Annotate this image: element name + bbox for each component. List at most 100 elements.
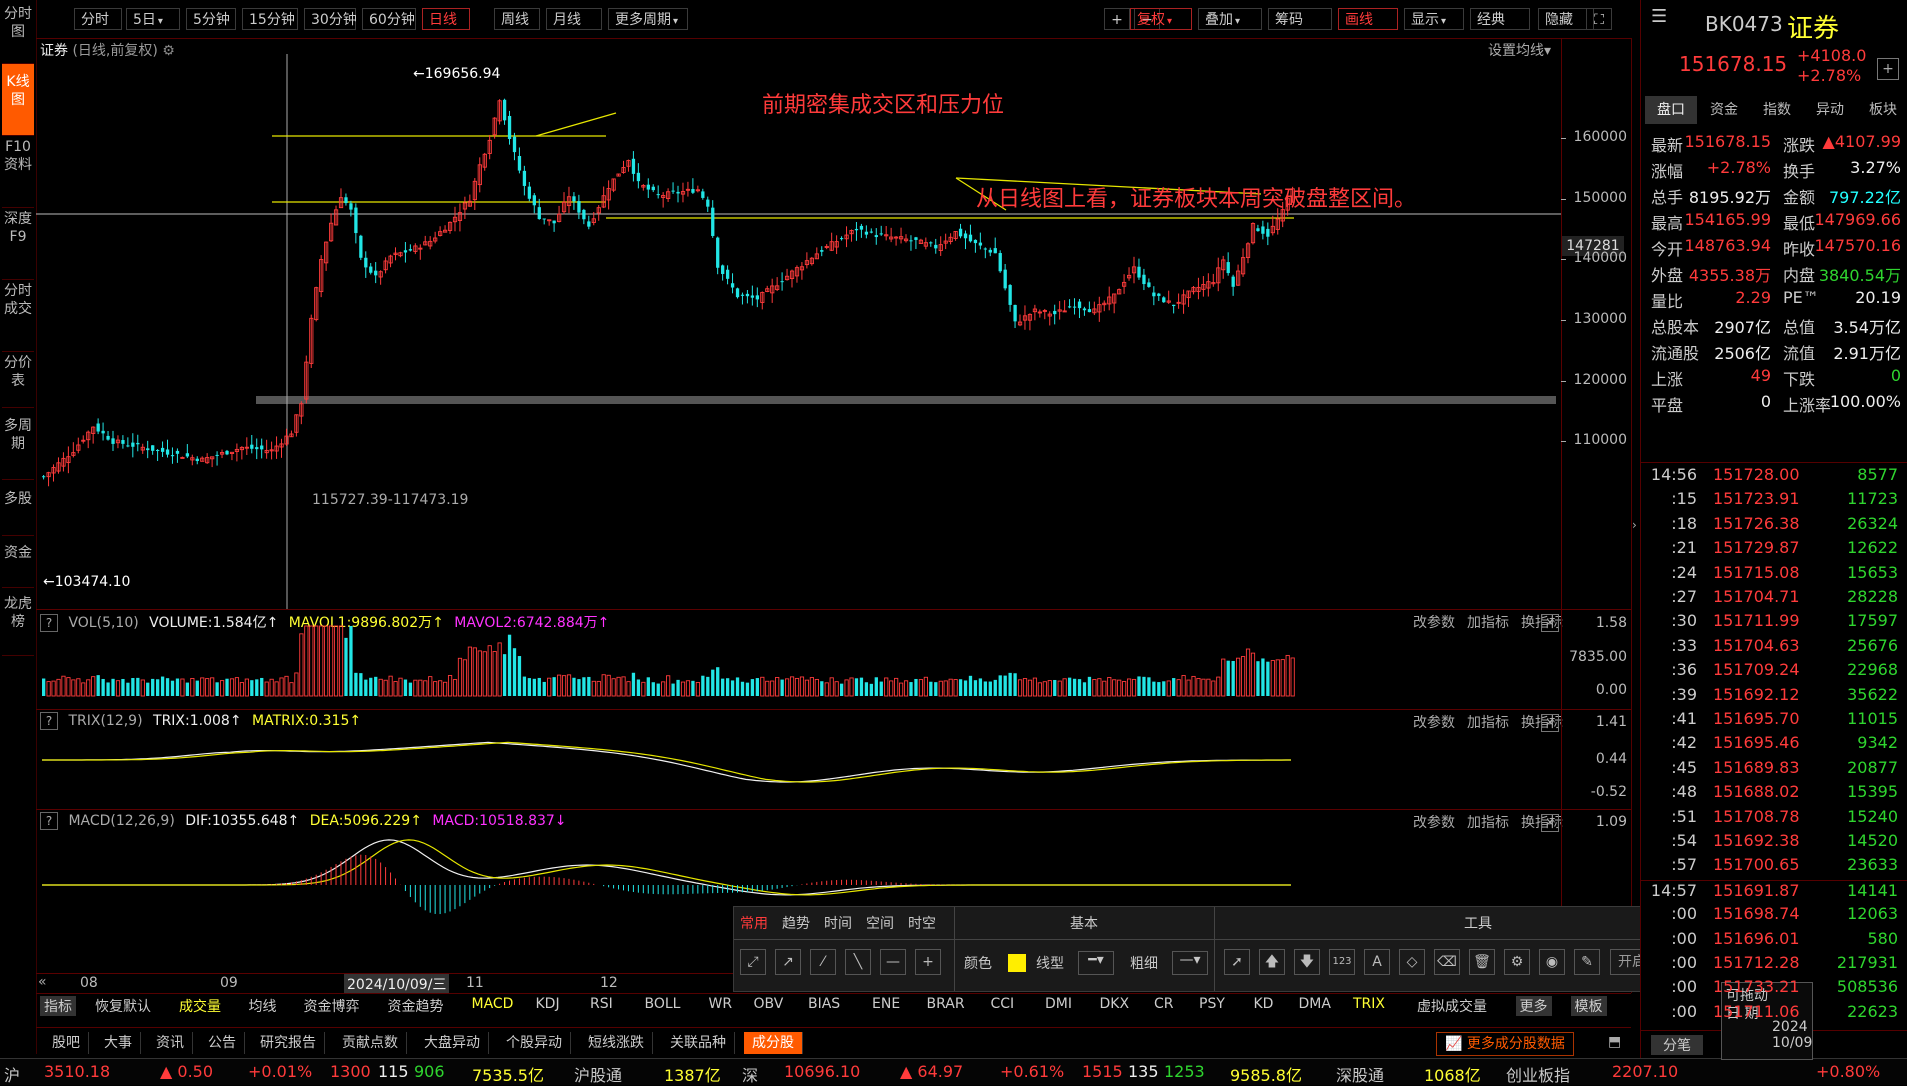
kline-pane[interactable]: 证券 (日线,前复权) ⚙ 设置均线▾ 147281 ←169656.94 ←1…: [36, 38, 1631, 609]
indicator-tab-12[interactable]: BIAS: [808, 996, 840, 1012]
indicator-tab-5[interactable]: 资金趋势: [388, 996, 444, 1016]
number-icon[interactable]: 123: [1329, 949, 1355, 975]
segment-tool-icon[interactable]: ⁄: [810, 949, 836, 975]
period-3[interactable]: 15分钟: [242, 8, 298, 30]
bottom-tab-5[interactable]: 贡献点数: [334, 1032, 407, 1054]
indicator-tab-4[interactable]: 资金博弈: [304, 996, 360, 1016]
period-0[interactable]: 分时: [74, 8, 122, 30]
tab-ticks[interactable]: 分笔: [1651, 1035, 1703, 1055]
tab-spacetime[interactable]: 时空: [908, 913, 936, 933]
indicator-tab-18[interactable]: CR: [1154, 996, 1174, 1012]
hgt-label[interactable]: 沪股通: [574, 1062, 622, 1086]
quote-tab-4[interactable]: 板块: [1857, 96, 1907, 124]
quote-tab-2[interactable]: 指数: [1751, 96, 1803, 124]
nav-item-8[interactable]: 资金: [2, 536, 34, 588]
width-dropdown[interactable]: —▾: [1172, 951, 1208, 975]
zoom-in-icon[interactable]: +: [1104, 8, 1130, 30]
indicator-tab-10[interactable]: WR: [709, 996, 733, 1012]
color-swatch[interactable]: [1008, 954, 1026, 972]
settings-icon[interactable]: ⚙: [1504, 949, 1530, 975]
eraser-icon[interactable]: ◇: [1399, 949, 1425, 975]
quote-tab-1[interactable]: 资金: [1698, 96, 1750, 124]
cursor-icon[interactable]: ➚: [1224, 949, 1250, 975]
indicator-tab-14[interactable]: BRAR: [927, 996, 965, 1012]
tab-space[interactable]: 空间: [866, 913, 894, 933]
diagonal-tool-icon[interactable]: ╲: [845, 949, 871, 975]
bottom-tab-8[interactable]: 短线涨跌: [580, 1032, 653, 1054]
bottom-tab-1[interactable]: 大事: [96, 1032, 141, 1054]
bottom-tab-7[interactable]: 个股异动: [498, 1032, 571, 1054]
quote-tab-0[interactable]: 盘口: [1645, 96, 1697, 124]
toolbar-0[interactable]: 复权: [1130, 8, 1192, 30]
indicator-tab-1[interactable]: 恢复默认: [95, 996, 151, 1016]
indicator-tab-9[interactable]: BOLL: [645, 996, 681, 1012]
buy-arrow-icon[interactable]: 🡅: [1259, 949, 1285, 975]
eye-icon[interactable]: ◉: [1539, 949, 1565, 975]
clear-icon[interactable]: ⌫: [1434, 949, 1460, 975]
toolbar-5[interactable]: 经典: [1470, 8, 1530, 30]
period-9[interactable]: 更多周期: [608, 8, 688, 30]
bottom-tab-2[interactable]: 资讯: [148, 1032, 193, 1054]
sgt-label[interactable]: 深股通: [1336, 1062, 1384, 1086]
quote-tab-3[interactable]: 异动: [1804, 96, 1856, 124]
indicator-tab-23[interactable]: 虚拟成交量: [1417, 996, 1487, 1016]
indicator-tab-8[interactable]: RSI: [590, 996, 613, 1012]
text-icon[interactable]: A: [1364, 949, 1390, 975]
ray-tool-icon[interactable]: ↗: [775, 949, 801, 975]
toolbar-1[interactable]: 叠加: [1198, 8, 1262, 30]
indicator-tab-22[interactable]: TRIX: [1353, 996, 1385, 1012]
period-5[interactable]: 60分钟: [362, 8, 416, 30]
hline-tool-icon[interactable]: —: [880, 949, 906, 975]
panel-menu-icon[interactable]: ☰: [1651, 6, 1667, 27]
period-2[interactable]: 5分钟: [186, 8, 236, 30]
period-8[interactable]: 月线: [546, 8, 602, 30]
edit-icon[interactable]: ✎: [1574, 949, 1600, 975]
indicator-tab-21[interactable]: DMA: [1299, 996, 1331, 1012]
indicator-tab-15[interactable]: CCI: [991, 996, 1015, 1012]
indicator-tab-11[interactable]: OBV: [754, 996, 784, 1012]
tab-common[interactable]: 常用: [740, 913, 768, 933]
indicator-tab-6[interactable]: MACD: [472, 996, 514, 1012]
nav-item-9[interactable]: 龙虎榜: [2, 588, 34, 656]
indicator-tab-16[interactable]: DMI: [1045, 996, 1072, 1012]
fullscreen-icon[interactable]: ⛶: [1586, 8, 1612, 30]
nav-item-4[interactable]: 分时成交: [2, 280, 34, 352]
indicator-tab-2[interactable]: 成交量: [179, 996, 221, 1016]
toolbar-3[interactable]: 画线: [1338, 8, 1398, 30]
nav-item-6[interactable]: 多周期: [2, 408, 34, 480]
toolbar-2[interactable]: 筹码: [1268, 8, 1332, 30]
bottom-tab-0[interactable]: 股吧: [44, 1032, 89, 1054]
indicator-tab-19[interactable]: PSY: [1199, 996, 1225, 1012]
nav-item-5[interactable]: 分价表: [2, 352, 34, 408]
indicator-tab-17[interactable]: DKX: [1100, 996, 1130, 1012]
period-4[interactable]: 30分钟: [304, 8, 357, 30]
sell-arrow-icon[interactable]: 🡇: [1294, 949, 1320, 975]
bottom-tab-10[interactable]: 成分股: [744, 1032, 803, 1054]
period-6[interactable]: 日线: [422, 8, 470, 30]
more-constituents-button[interactable]: 📈 更多成分股数据: [1436, 1032, 1574, 1056]
period-7[interactable]: 周线: [494, 8, 540, 30]
volume-pane[interactable]: ? VOL(5,10) VOLUME:1.584亿↑ MAVOL1:9896.8…: [36, 609, 1631, 710]
bottom-tab-6[interactable]: 大盘异动: [416, 1032, 489, 1054]
cross-tool-icon[interactable]: +: [915, 949, 941, 975]
bottom-tab-9[interactable]: 关联品种: [662, 1032, 735, 1054]
drawing-toolbox[interactable]: 常用 趋势 时间 空间 时空 基本 工具 ⤢ ↗ ⁄ ╲ — + 颜色 线型 ━…: [733, 906, 1727, 992]
indicator-tab-0[interactable]: 指标: [40, 996, 76, 1016]
scroll-left-icon[interactable]: «: [38, 974, 47, 990]
expand-icon[interactable]: ⬒: [1608, 1034, 1621, 1050]
indicator-tab-7[interactable]: KDJ: [536, 996, 560, 1012]
period-1[interactable]: 5日: [126, 8, 180, 30]
indicator-tab-3[interactable]: 均线: [249, 996, 277, 1016]
indicator-tab-20[interactable]: KD: [1254, 996, 1274, 1012]
add-icon[interactable]: +: [1877, 58, 1899, 80]
bottom-tab-3[interactable]: 公告: [200, 1032, 245, 1054]
bottom-tab-4[interactable]: 研究报告: [252, 1032, 325, 1054]
indicator-tab-13[interactable]: ENE: [872, 996, 900, 1012]
chevron-right-icon[interactable]: ›: [1632, 518, 1637, 532]
tab-time[interactable]: 时间: [824, 913, 852, 933]
nav-item-3[interactable]: 深度F9: [2, 208, 34, 280]
nav-item-7[interactable]: 多股: [2, 480, 34, 536]
indicator-tab-24[interactable]: 更多: [1515, 996, 1552, 1016]
indicator-tab-25[interactable]: 模板: [1570, 996, 1607, 1016]
nav-item-0[interactable]: 分时图: [2, 0, 34, 64]
